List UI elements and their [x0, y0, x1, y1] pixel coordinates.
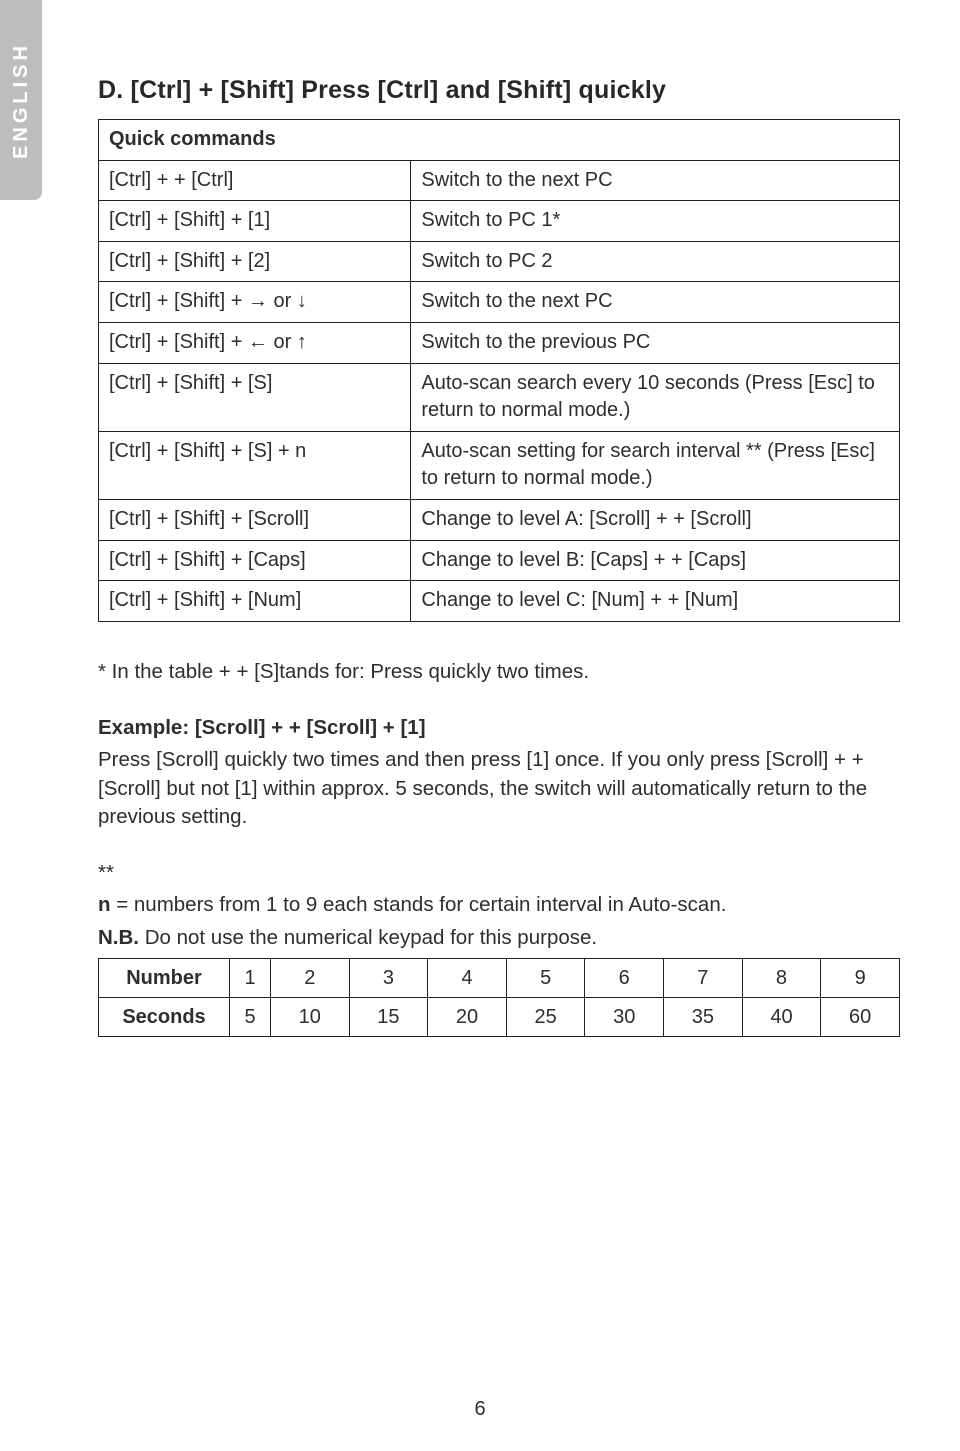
cmd-key: [Ctrl] + [Shift] + [Num]: [99, 581, 411, 622]
cell: 6: [585, 958, 664, 997]
cell: 1: [230, 958, 271, 997]
n-symbol: n: [98, 893, 111, 916]
cmd-key: [Ctrl] + [Shift] + [S] + n: [99, 431, 411, 499]
cmd-val: Change to level A: [Scroll] + + [Scroll]: [411, 499, 900, 540]
cmd-val: Auto-scan search every 10 seconds (Press…: [411, 363, 900, 431]
cmd-val: Auto-scan setting for search interval **…: [411, 431, 900, 499]
table-row: [Ctrl] + [Shift] + [Scroll]Change to lev…: [99, 499, 900, 540]
example-title: Example: [Scroll] + + [Scroll] + [1]: [98, 716, 426, 739]
cell: 5: [230, 997, 271, 1036]
table-row: Number 1 2 3 4 5 6 7 8 9: [99, 958, 900, 997]
cmd-val: Switch to the next PC: [411, 160, 900, 201]
cmd-key: [Ctrl] + [Shift] + [Scroll]: [99, 499, 411, 540]
table-row: [Ctrl] + [Shift] + → or ↓Switch to the n…: [99, 282, 900, 323]
cmd-key: [Ctrl] + [Shift] + [1]: [99, 201, 411, 242]
cell: 5: [506, 958, 585, 997]
cell: 9: [821, 958, 900, 997]
cmd-key: [Ctrl] + [Shift] + ← or ↑: [99, 322, 411, 363]
page-content: D. [Ctrl] + [Shift] Press [Ctrl] and [Sh…: [0, 0, 960, 1451]
cmd-val: Change to level C: [Num] + + [Num]: [411, 581, 900, 622]
cmd-key: [Ctrl] + [Shift] + [S]: [99, 363, 411, 431]
cell: 7: [664, 958, 743, 997]
table-row: [Ctrl] + [Shift] + ← or ↑Switch to the p…: [99, 322, 900, 363]
table-row: [Ctrl] + + [Ctrl]Switch to the next PC: [99, 160, 900, 201]
cmd-val: Switch to PC 1*: [411, 201, 900, 242]
cell: 4: [428, 958, 507, 997]
cell: 35: [664, 997, 743, 1036]
table-header: Quick commands: [99, 120, 900, 161]
cmd-key: [Ctrl] + + [Ctrl]: [99, 160, 411, 201]
cmd-val: Switch to the previous PC: [411, 322, 900, 363]
table-row: Seconds 5 10 15 20 25 30 35 40 60: [99, 997, 900, 1036]
cell: 30: [585, 997, 664, 1036]
cell: 10: [271, 997, 350, 1036]
row-label: Number: [99, 958, 230, 997]
cell: 20: [428, 997, 507, 1036]
cell: 2: [271, 958, 350, 997]
table-row: [Ctrl] + [Shift] + [Caps]Change to level…: [99, 540, 900, 581]
quick-commands-table: Quick commands [Ctrl] + + [Ctrl]Switch t…: [98, 119, 900, 622]
table-header-row: Quick commands: [99, 120, 900, 161]
cmd-val: Switch to the next PC: [411, 282, 900, 323]
footnote-star: * In the table + + [S]tands for: Press q…: [98, 658, 900, 686]
footnote-double-star: **: [98, 859, 900, 887]
interval-table: Number 1 2 3 4 5 6 7 8 9 Seconds 5 10 15…: [98, 958, 900, 1037]
cell: 40: [742, 997, 821, 1036]
table-row: [Ctrl] + [Shift] + [1]Switch to PC 1*: [99, 201, 900, 242]
cmd-key: [Ctrl] + [Shift] + [Caps]: [99, 540, 411, 581]
nb-label: N.B.: [98, 926, 139, 949]
cmd-key: [Ctrl] + [Shift] + → or ↓: [99, 282, 411, 323]
table-row: [Ctrl] + [Shift] + [S] + nAuto-scan sett…: [99, 431, 900, 499]
cell: 3: [349, 958, 428, 997]
n-definition: = numbers from 1 to 9 each stands for ce…: [111, 893, 727, 916]
cell: 8: [742, 958, 821, 997]
table-row: [Ctrl] + [Shift] + [S]Auto-scan search e…: [99, 363, 900, 431]
cell: 25: [506, 997, 585, 1036]
example-body: Press [Scroll] quickly two times and the…: [98, 746, 900, 831]
cell: 15: [349, 997, 428, 1036]
table-row: [Ctrl] + [Shift] + [2]Switch to PC 2: [99, 241, 900, 282]
table-row: [Ctrl] + [Shift] + [Num]Change to level …: [99, 581, 900, 622]
section-title: D. [Ctrl] + [Shift] Press [Ctrl] and [Sh…: [98, 76, 900, 105]
cmd-key: [Ctrl] + [Shift] + [2]: [99, 241, 411, 282]
cmd-val: Change to level B: [Caps] + + [Caps]: [411, 540, 900, 581]
cmd-val: Switch to PC 2: [411, 241, 900, 282]
cell: 60: [821, 997, 900, 1036]
row-label: Seconds: [99, 997, 230, 1036]
page-number: 6: [0, 1398, 960, 1421]
nb-text: Do not use the numerical keypad for this…: [139, 926, 597, 949]
